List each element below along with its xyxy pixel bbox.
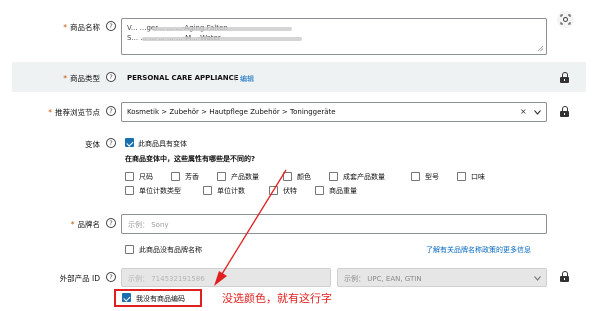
annotation-text: 没选颜色，就有这行字 [222, 292, 332, 305]
annotation-arrow [214, 169, 287, 286]
